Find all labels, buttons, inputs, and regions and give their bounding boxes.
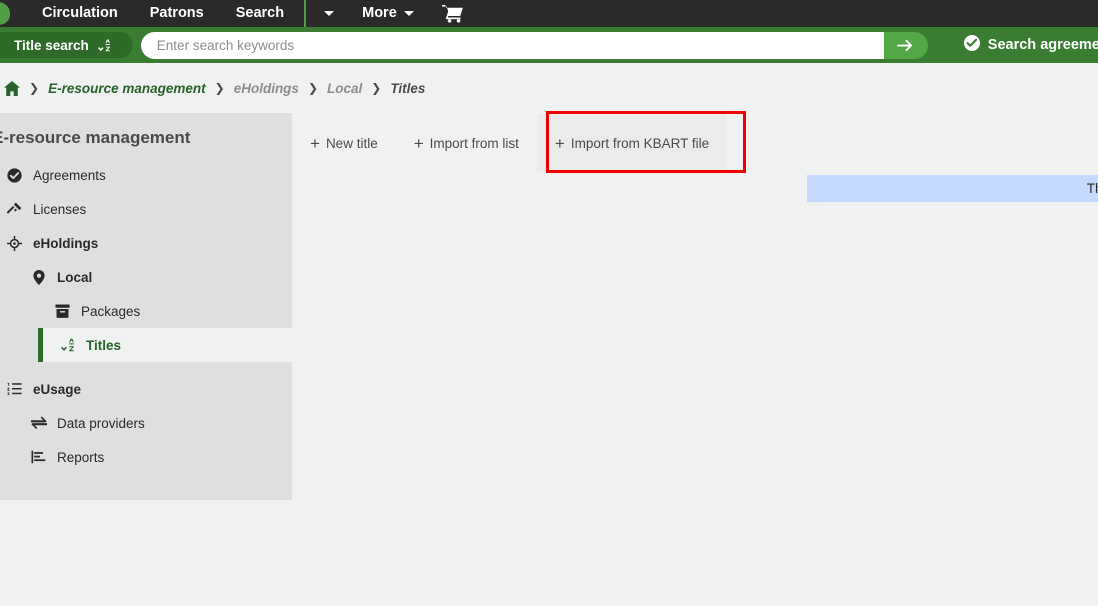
nav-link-search[interactable]: Search xyxy=(220,0,300,27)
sidebar-item-label: Data providers xyxy=(57,415,145,431)
sidebar-item-eholdings[interactable]: eHoldings xyxy=(0,226,292,260)
import-from-kbart-label: Import from KBART file xyxy=(570,135,710,151)
check-circle-icon xyxy=(963,34,980,56)
archive-box-icon xyxy=(54,303,71,320)
sidebar-item-reports[interactable]: Reports xyxy=(0,440,292,474)
breadcrumb-separator: ❯ xyxy=(307,81,319,95)
sidebar-item-label: Reports xyxy=(57,449,105,465)
no-results-banner: There are no xyxy=(807,175,1098,202)
search-bar: Title search Search agreements xyxy=(0,27,1098,63)
sidebar-item-local[interactable]: Local xyxy=(0,260,292,294)
nav-link-patrons[interactable]: Patrons xyxy=(134,0,220,27)
sidebar-item-label: Packages xyxy=(81,303,141,319)
plus-icon: + xyxy=(413,133,424,153)
search-agreements-label: Search agreements xyxy=(987,37,1098,53)
search-input-container xyxy=(140,31,898,59)
plus-icon: + xyxy=(310,133,320,153)
nav-overflow-dropdown[interactable] xyxy=(310,11,348,16)
nav-divider xyxy=(304,0,307,27)
search-submit-button[interactable] xyxy=(883,31,928,59)
titles-action-bar: + New title + Import from list + Import … xyxy=(292,111,746,173)
new-title-button[interactable]: + New title xyxy=(292,114,396,172)
search-agreements-toggle[interactable]: Search agreements xyxy=(963,34,1098,56)
breadcrumb-separator: ❯ xyxy=(214,81,225,95)
sidebar-item-label: Titles xyxy=(86,337,122,353)
sidebar-item-label: Agreements xyxy=(33,167,106,183)
chevron-down-icon xyxy=(324,11,335,16)
breadcrumb-separator: ❯ xyxy=(29,81,40,95)
breadcrumb-separator: ❯ xyxy=(371,81,382,95)
sidebar-navigation: E-resource management Agreements License… xyxy=(0,113,292,500)
exchange-arrows-icon xyxy=(30,415,47,432)
sidebar-item-agreements[interactable]: Agreements xyxy=(0,158,292,192)
import-from-kbart-button[interactable]: + Import from KBART file xyxy=(536,114,728,172)
new-title-label: New title xyxy=(325,135,378,151)
nav-more-dropdown[interactable]: More xyxy=(348,0,428,27)
breadcrumb-item-local[interactable]: Local xyxy=(327,81,362,96)
sidebar-item-eusage[interactable]: eUsage xyxy=(0,372,292,406)
breadcrumb-item-eholdings[interactable]: eHoldings xyxy=(234,81,299,96)
sort-alpha-down-icon xyxy=(97,39,111,52)
sidebar-item-titles[interactable]: Titles xyxy=(38,328,292,362)
search-input[interactable] xyxy=(140,31,898,59)
sidebar-item-licenses[interactable]: Licenses xyxy=(0,192,292,226)
import-from-list-label: Import from list xyxy=(429,135,519,151)
gavel-icon xyxy=(6,201,23,218)
bar-chart-icon xyxy=(30,449,47,466)
crosshair-icon xyxy=(6,235,23,252)
sidebar-item-packages[interactable]: Packages xyxy=(0,294,292,328)
import-from-list-button[interactable]: + Import from list xyxy=(396,114,537,172)
plus-icon: + xyxy=(554,133,565,153)
check-circle-icon xyxy=(6,167,23,184)
shopping-cart-icon[interactable] xyxy=(441,4,463,23)
folio-leaf-logo[interactable] xyxy=(0,0,26,27)
sort-alpha-down-icon xyxy=(59,337,76,354)
map-pin-icon xyxy=(30,269,47,286)
breadcrumb-item-titles: Titles xyxy=(390,80,426,96)
sidebar-title: E-resource management xyxy=(0,128,191,147)
no-results-banner-text: There are no xyxy=(1086,181,1098,196)
top-navigation-bar: Circulation Patrons Search More xyxy=(0,0,1098,27)
title-search-selector[interactable]: Title search xyxy=(0,32,133,58)
breadcrumb-item-eresource-management[interactable]: E-resource management xyxy=(48,81,206,96)
sidebar-item-label: Licenses xyxy=(33,201,87,217)
sidebar-item-label: eHoldings xyxy=(33,235,99,251)
list-ordered-icon xyxy=(6,381,23,398)
breadcrumb: ❯ E-resource management ❯ eHoldings ❯ Lo… xyxy=(0,63,1098,113)
sidebar-item-label: Local xyxy=(57,269,93,285)
home-icon[interactable] xyxy=(4,80,20,96)
nav-link-circulation[interactable]: Circulation xyxy=(26,0,134,27)
nav-more-label: More xyxy=(362,5,397,21)
sidebar-item-data-providers[interactable]: Data providers xyxy=(0,406,292,440)
sidebar-item-label: eUsage xyxy=(33,381,82,397)
title-search-label: Title search xyxy=(14,37,89,53)
main-content-pane: + New title + Import from list + Import … xyxy=(292,111,1098,606)
chevron-down-icon xyxy=(403,11,414,16)
